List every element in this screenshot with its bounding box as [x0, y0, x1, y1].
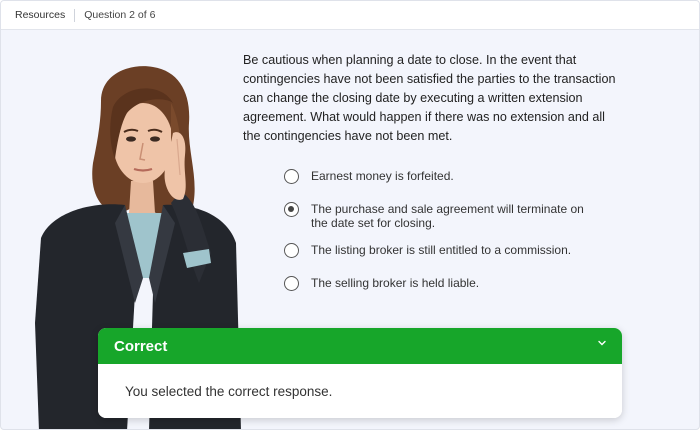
option-selling-broker[interactable]: The selling broker is held liable.	[284, 276, 591, 291]
resources-link[interactable]: Resources	[15, 9, 65, 21]
option-agreement-terminates[interactable]: The purchase and sale agreement will ter…	[284, 202, 591, 230]
question-text: Be cautious when planning a date to clos…	[243, 53, 616, 143]
top-bar: Resources Question 2 of 6	[1, 1, 699, 30]
topbar-divider	[74, 8, 76, 22]
radio-button[interactable]	[284, 169, 299, 184]
question-progress: Question 2 of 6	[84, 9, 156, 21]
option-label: Earnest money is forfeited.	[311, 169, 454, 183]
option-label: The purchase and sale agreement will ter…	[311, 202, 584, 230]
feedback-header[interactable]: Correct	[98, 328, 622, 364]
option-earnest-money[interactable]: Earnest money is forfeited.	[284, 169, 591, 184]
radio-button[interactable]	[284, 276, 299, 291]
radio-button-selected[interactable]	[284, 202, 299, 217]
option-label: The listing broker is still entitled to …	[311, 243, 572, 257]
feedback-body: You selected the correct response.	[98, 364, 622, 418]
chevron-down-icon[interactable]	[596, 337, 608, 349]
feedback-message: You selected the correct response.	[125, 383, 333, 399]
lesson-frame: Resources Question 2 of 6 Be cautious wh…	[0, 0, 700, 430]
option-label: The selling broker is held liable.	[311, 276, 480, 290]
feedback-panel: Correct You selected the correct respons…	[98, 328, 622, 418]
option-listing-broker[interactable]: The listing broker is still entitled to …	[284, 243, 591, 258]
feedback-title: Correct	[114, 337, 168, 355]
radio-button[interactable]	[284, 243, 299, 258]
